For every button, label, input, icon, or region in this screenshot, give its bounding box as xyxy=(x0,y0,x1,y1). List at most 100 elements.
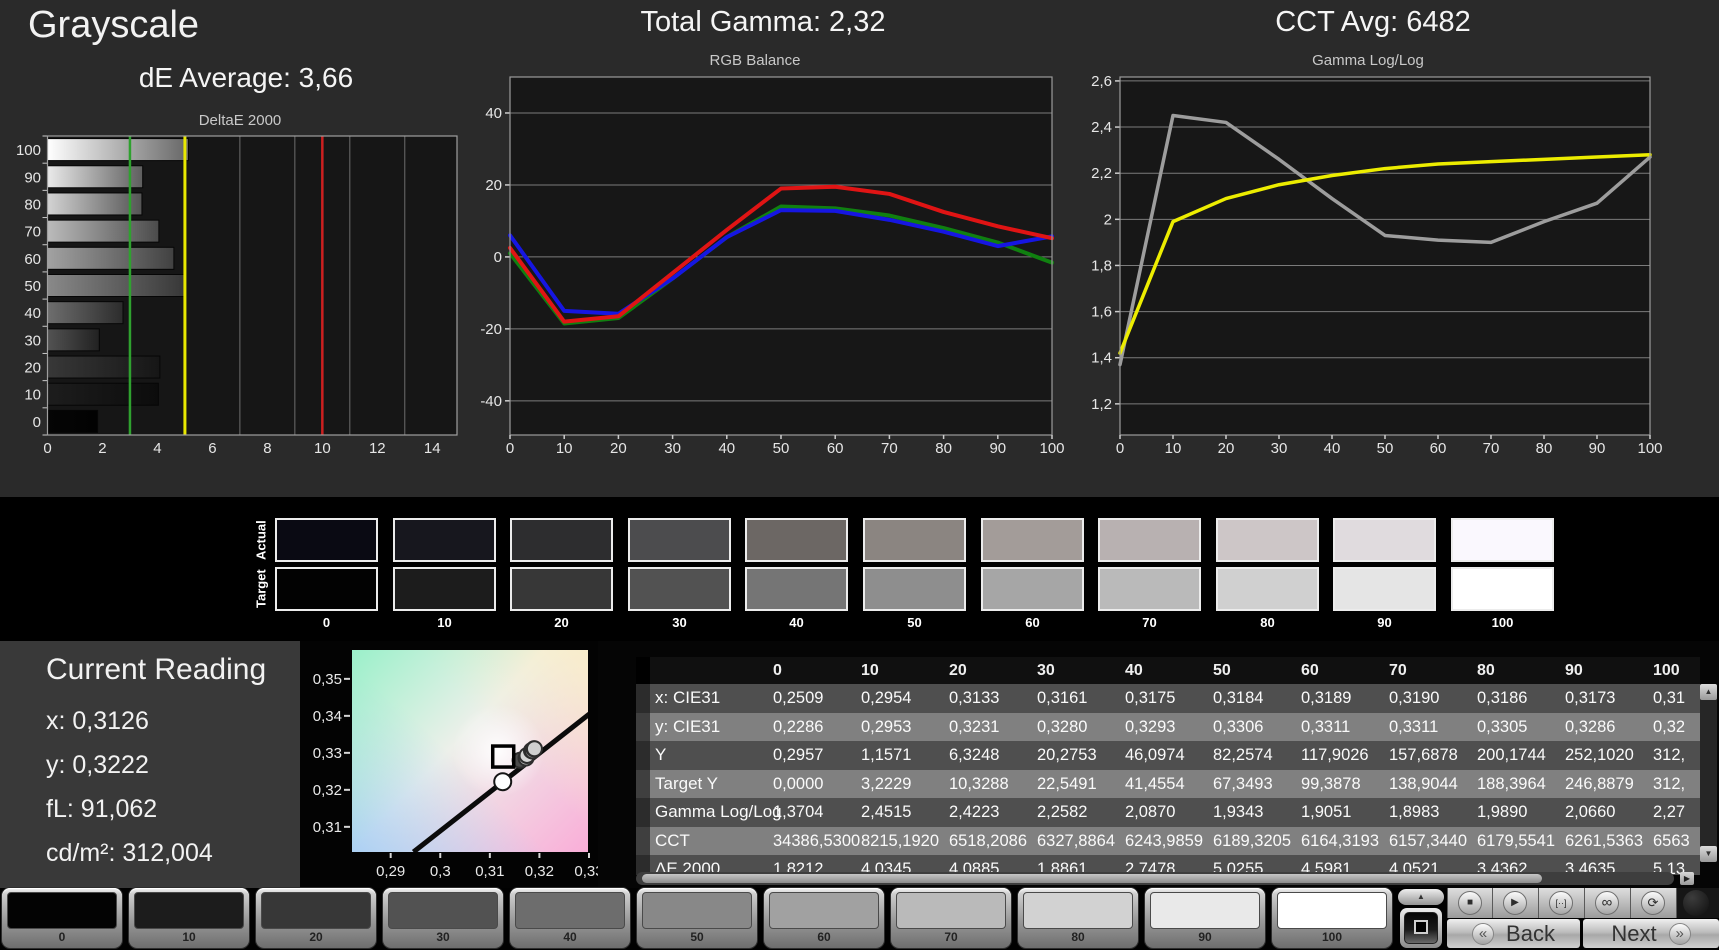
pattern-level-label: 80 xyxy=(1071,930,1085,944)
pattern-level-button-80[interactable]: 80 xyxy=(1018,888,1138,948)
collapse-toolbar-button[interactable]: ▲ xyxy=(1398,889,1444,905)
de-ytick-label: 50 xyxy=(24,278,41,295)
table-row: CCT 34386,5300 8215,1920 6518,2086 6327,8864… xyxy=(636,826,1700,855)
table-gutter-cell xyxy=(636,657,650,684)
pattern-level-button-40[interactable]: 40 xyxy=(510,888,630,948)
table-cell: 0,3280 xyxy=(1037,717,1088,736)
pattern-level-button-60[interactable]: 60 xyxy=(764,888,884,948)
table-cell: 312, xyxy=(1653,746,1686,764)
actual-swatch-60 xyxy=(981,518,1084,562)
table-row-label: Gamma Log/Log xyxy=(655,802,782,821)
play-button[interactable]: ▶ xyxy=(1493,888,1539,918)
table-cell: 0,3305 xyxy=(1477,717,1528,736)
refresh-button[interactable]: ⟳ xyxy=(1631,888,1677,918)
ytick-label: 2,4 xyxy=(1091,119,1112,136)
gamma-loglog-plot-area xyxy=(1120,77,1650,435)
table-cell: 6243,9859 xyxy=(1125,831,1203,850)
ytick-label: 1,8 xyxy=(1091,257,1112,274)
swatch-level-label: 70 xyxy=(1142,615,1157,630)
table-cell: 6164,3193 xyxy=(1301,831,1379,850)
table-cell: 0,3184 xyxy=(1213,689,1264,707)
table-cell: 1,1571 xyxy=(861,746,912,764)
pattern-level-button-0[interactable]: 0 xyxy=(2,888,122,948)
pattern-level-swatch-10 xyxy=(134,892,244,929)
de-bar-30 xyxy=(47,328,100,352)
pattern-level-swatch-20 xyxy=(261,892,371,929)
table-row: y: CIE31 0,2286 0,2953 0,3231 0,3280 0,3293 0,… xyxy=(636,712,1700,741)
cie-xtick-label: 0,33 xyxy=(574,863,598,880)
scroll-down-icon[interactable]: ▼ xyxy=(1700,846,1717,862)
table-cell: 138,9044 xyxy=(1389,774,1458,793)
stop-button[interactable]: ■ xyxy=(1447,888,1493,918)
ytick-label: 0 xyxy=(494,249,502,266)
table-cell: 2,4223 xyxy=(949,803,1000,821)
reading-x-value: x: 0,3126 xyxy=(46,707,149,735)
rgb-balance-plot-area xyxy=(510,77,1052,435)
measurement-section: Current Reading x: 0,3126 y: 0,3222 fL: … xyxy=(0,641,1719,888)
horizontal-scroll-thumb[interactable] xyxy=(642,874,1542,883)
xtick-label: 80 xyxy=(935,440,952,457)
scroll-up-icon[interactable]: ▲ xyxy=(1700,684,1717,700)
table-cell: 252,1020 xyxy=(1565,746,1634,764)
pattern-level-label: 20 xyxy=(309,930,323,944)
de-ytick-label: 20 xyxy=(24,360,41,377)
pattern-level-button-90[interactable]: 90 xyxy=(1145,888,1265,948)
swatch-level-label: 0 xyxy=(322,615,331,630)
pattern-level-label: 30 xyxy=(436,930,450,944)
target-swatch-30 xyxy=(628,567,731,611)
de-ytick-label: 60 xyxy=(24,251,41,268)
table-header-cell: 70 xyxy=(1389,662,1407,679)
table-vertical-scrollbar[interactable]: ▲ ▼ xyxy=(1700,684,1717,862)
de-bar-10 xyxy=(47,382,159,406)
pattern-window-button[interactable] xyxy=(1400,908,1442,948)
table-cell: 99,3878 xyxy=(1301,774,1361,793)
swatch-level-label: 40 xyxy=(789,615,804,630)
ytick-label: -20 xyxy=(480,321,502,338)
pattern-level-button-10[interactable]: 10 xyxy=(129,888,249,948)
cie-xtick-label: 0,31 xyxy=(475,863,504,880)
de-bar-40 xyxy=(47,301,124,325)
de-bar-60 xyxy=(47,246,175,270)
pattern-level-label: 50 xyxy=(690,930,704,944)
pattern-level-label: 60 xyxy=(817,930,831,944)
back-button[interactable]: « Back xyxy=(1447,919,1580,948)
de-bar-20 xyxy=(47,355,161,379)
play-icon: ▶ xyxy=(1503,891,1527,915)
xtick-label: 100 xyxy=(1039,440,1064,457)
table-cell: 0,2953 xyxy=(861,717,912,736)
pattern-level-button-50[interactable]: 50 xyxy=(637,888,757,948)
de-xtick-label: 8 xyxy=(263,440,271,457)
reading-fl-value: fL: 91,062 xyxy=(46,795,158,823)
de-ytick-label: 90 xyxy=(24,169,41,186)
scroll-right-icon[interactable]: ▶ xyxy=(1680,872,1694,885)
pattern-level-button-100[interactable]: 100 xyxy=(1272,888,1392,948)
measured-point xyxy=(525,740,543,758)
table-cell: 1,9051 xyxy=(1301,803,1352,821)
cie-xtick-label: 0,29 xyxy=(376,863,405,880)
table-cell: 0,2957 xyxy=(773,746,824,764)
table-cell: 6563 xyxy=(1653,831,1690,850)
pattern-level-label: 100 xyxy=(1321,930,1343,944)
pattern-level-button-20[interactable]: 20 xyxy=(256,888,376,948)
ytick-label: 2 xyxy=(1104,211,1112,228)
pattern-range-button[interactable]: [··] xyxy=(1539,888,1585,918)
pattern-level-button-70[interactable]: 70 xyxy=(891,888,1011,948)
swatch-level-label: 20 xyxy=(554,615,569,630)
xtick-label: 40 xyxy=(1324,440,1341,457)
actual-swatch-70 xyxy=(1098,518,1201,562)
gamma-loglog-chart: 2,6 2,4 2,2 2 1,8 1,6 1,4 1,2 0 10 20 30 40 50 60 70 80 9… xyxy=(1091,73,1662,457)
pattern-level-button-30[interactable]: 30 xyxy=(383,888,503,948)
target-row-label: Target xyxy=(253,569,269,609)
table-horizontal-scrollbar[interactable] xyxy=(636,872,1674,885)
next-button[interactable]: Next » xyxy=(1583,919,1719,948)
table-cell: 6518,2086 xyxy=(949,831,1027,850)
ytick-label: 20 xyxy=(485,177,502,194)
cie-ytick-label: 0,35 xyxy=(313,671,342,688)
pattern-level-label: 90 xyxy=(1198,930,1212,944)
xtick-label: 60 xyxy=(827,440,844,457)
target-swatch-20 xyxy=(510,567,613,611)
ytick-label: 1,2 xyxy=(1091,396,1112,413)
table-header-cell: 0 xyxy=(773,662,782,679)
grayscale-swatch-panel: Actual Target 0 10 20 30 40 50 60 70 80 90 100 xyxy=(0,497,1719,641)
continuous-button[interactable]: ∞ xyxy=(1585,888,1631,918)
